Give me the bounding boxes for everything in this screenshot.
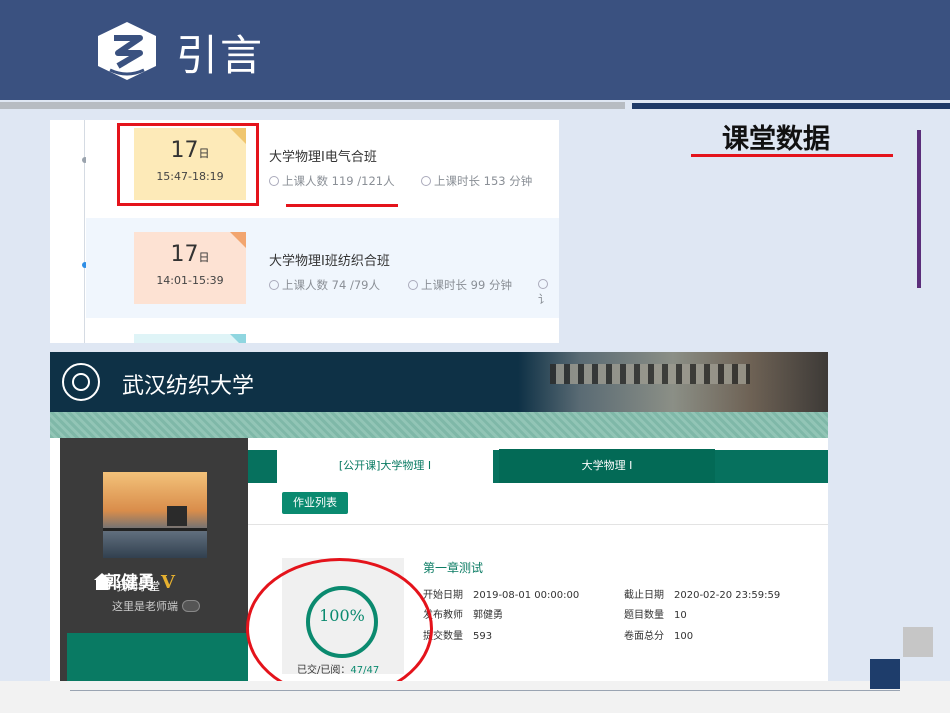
campus-photo: [518, 352, 828, 412]
sidebar-item-label: 我的学堂: [116, 580, 160, 593]
question-count: 题目数量 10: [624, 610, 687, 621]
stat-icon: [538, 279, 548, 289]
header-divider: [0, 102, 625, 109]
pattern-band: [50, 412, 828, 438]
verified-badge: V: [161, 572, 175, 593]
people-icon: [269, 280, 279, 290]
avatar-hut: [167, 506, 187, 526]
university-logo-icon: [98, 22, 156, 80]
people-icon: [269, 176, 279, 186]
class-row[interactable]: [86, 318, 559, 343]
submission-count: 提交数量 593: [423, 631, 493, 642]
total-score: 卷面总分 100: [624, 631, 694, 642]
accent-bar: [917, 130, 921, 288]
role-note: 这里是老师端: [112, 598, 200, 614]
class-row[interactable]: 17日 14:01-15:39 大学物理I班纺织合班 上课人数 74 /79人 …: [86, 218, 559, 318]
content-divider: [248, 524, 828, 525]
header-accent: [632, 103, 950, 109]
user-sidebar: 郭健勇 V 这里是老师端: [60, 438, 248, 681]
footer-strip: [0, 681, 950, 713]
highlight-circle: [246, 558, 433, 699]
attendance-underline: [286, 204, 398, 207]
deco-square: [870, 659, 900, 689]
date-card: [134, 334, 246, 343]
highlight-box: [117, 123, 259, 206]
footer-line: [70, 690, 900, 691]
date-day: 17日: [170, 242, 210, 267]
switch-icon[interactable]: [182, 600, 200, 612]
clock-icon: [421, 176, 431, 186]
slide-title: 引言: [176, 31, 265, 80]
home-icon: [94, 573, 110, 580]
start-date: 开始日期 2019-08-01 00:00:00: [423, 590, 580, 601]
class-name[interactable]: 大学物理I班纺织合班: [269, 250, 390, 269]
university-seal-icon: [62, 363, 100, 401]
university-name: 武汉纺织大学: [122, 374, 255, 399]
class-name[interactable]: 大学物理I电气合班: [269, 146, 377, 165]
avatar[interactable]: [103, 472, 207, 558]
tab-course[interactable]: 大学物理 I: [499, 449, 715, 483]
duration: 上课时长 153 分钟: [421, 173, 532, 189]
clock-icon: [408, 280, 418, 290]
fold-corner: [230, 334, 246, 343]
end-date: 截止日期 2020-02-20 23:59:59: [624, 590, 781, 601]
side-label-underline: [691, 154, 893, 157]
attendance: 上课人数 74 /79人: [269, 277, 380, 293]
assignment-title[interactable]: 第一章测试: [423, 559, 483, 576]
time-range: 14:01-15:39: [156, 274, 224, 287]
side-label: 课堂数据: [722, 124, 830, 155]
timeline-line: [84, 120, 85, 343]
tab-public-course[interactable]: [公开课]大学物理 I: [277, 449, 493, 483]
sidebar-item-home[interactable]: [67, 633, 248, 681]
home-icon-body: [96, 580, 108, 590]
avatar-pier: [103, 528, 207, 531]
portal-screenshot: 武汉纺织大学 郭健勇 V 这里是老师端 我的学堂 [公开课]大学物理 I 大学物理…: [50, 352, 828, 681]
attendance: 上课人数 119 /121人: [269, 173, 395, 189]
teacher: 发布教师 郭健勇: [423, 610, 503, 621]
assignment-list-button[interactable]: 作业列表: [282, 492, 348, 514]
duration: 上课时长 99 分钟: [408, 277, 512, 293]
deco-square: [903, 627, 933, 657]
date-card: 17日 14:01-15:39: [134, 232, 246, 304]
extra-meta: 讠: [538, 277, 559, 307]
